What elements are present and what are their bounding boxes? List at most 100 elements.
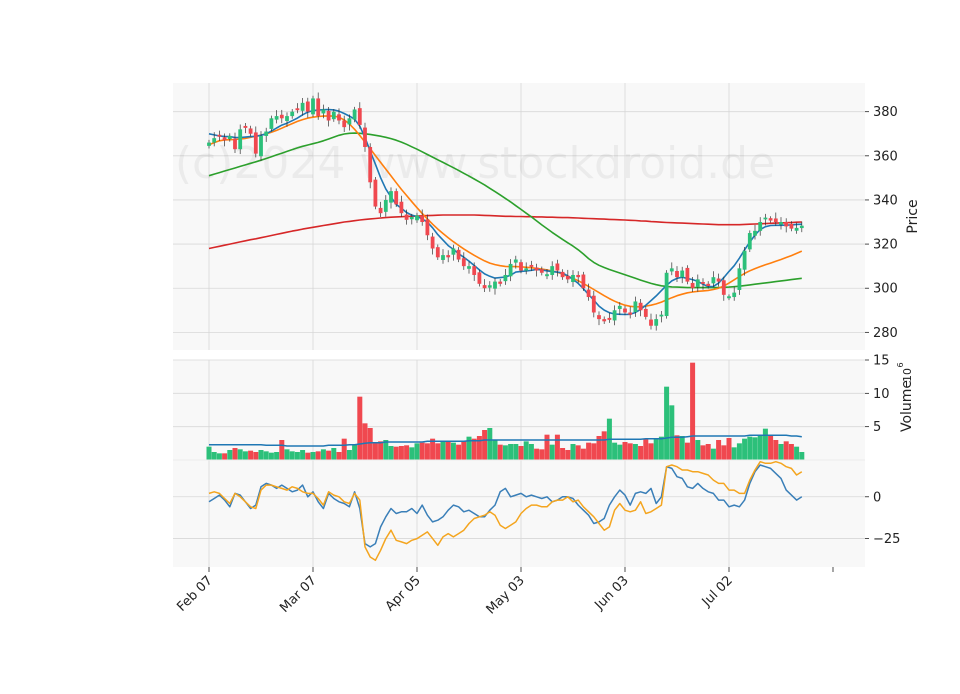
candle-body — [753, 230, 757, 236]
oscillator-panel: −25 0 — [173, 459, 900, 567]
candle-body — [222, 137, 227, 141]
volume-bar — [632, 444, 638, 460]
volume-bar — [398, 446, 404, 460]
price-ytick-label: 300 — [873, 282, 898, 297]
volume-bar — [799, 452, 805, 460]
volume-bar — [560, 448, 566, 460]
candle-body — [758, 222, 763, 231]
volume-bar — [310, 452, 316, 460]
candle-body — [420, 215, 425, 223]
candle-body — [248, 128, 253, 134]
volume-bar — [341, 438, 347, 460]
price-panel: 280 300 320 340 360 380 (c)2024 www.stockdroid… — [173, 83, 921, 350]
price-ytick-label: 380 — [873, 105, 898, 120]
candle-body — [513, 259, 518, 263]
candle-body — [451, 248, 456, 255]
candle-body — [394, 191, 399, 205]
volume-bar — [414, 443, 420, 460]
candle-body — [290, 111, 295, 117]
candle-body — [586, 289, 591, 298]
candle-body — [763, 217, 768, 220]
volume-ytick-label: 10 — [873, 387, 890, 402]
candle-body — [415, 215, 419, 221]
candle-body — [259, 135, 263, 157]
volume-bar — [612, 442, 618, 460]
candle-body — [721, 280, 726, 295]
candle-body — [269, 118, 274, 129]
candle-body — [498, 281, 503, 284]
candle-body — [430, 236, 435, 249]
price-ytick-label: 320 — [873, 238, 898, 253]
candle-body — [207, 142, 211, 146]
volume-bar — [315, 451, 321, 460]
candle-body — [633, 301, 638, 313]
candle-body — [321, 109, 326, 114]
candle-body — [555, 263, 560, 271]
volume-bar — [476, 436, 482, 460]
volume-bar — [580, 448, 586, 460]
candle-body — [456, 249, 461, 260]
candle-body — [581, 274, 586, 289]
volume-bar — [773, 440, 779, 460]
candle-body — [331, 111, 336, 120]
watermark: (c)2024 www.stockdroid.de — [175, 138, 775, 189]
candle-body — [576, 274, 581, 278]
volume-bar — [508, 444, 514, 460]
candle-body — [617, 305, 622, 309]
candle-body — [368, 146, 373, 183]
volume-bar — [305, 452, 311, 460]
volume-bar — [222, 453, 228, 460]
volume-bar — [294, 452, 300, 460]
volume-bar — [435, 443, 441, 460]
candle-body — [675, 271, 679, 278]
volume-bar — [622, 442, 628, 460]
candle-body — [612, 310, 617, 321]
candle-body — [784, 222, 789, 227]
candle-body — [295, 108, 300, 111]
candle-body — [326, 110, 331, 121]
volume-bar — [757, 436, 763, 460]
volume-bar — [653, 439, 659, 460]
volume-bar — [357, 396, 363, 460]
candle-body — [342, 120, 347, 128]
volume-bar — [747, 436, 753, 460]
volume-bar — [731, 447, 737, 460]
volume-bar — [643, 438, 649, 460]
candle-body — [768, 218, 773, 221]
volume-bar — [227, 450, 233, 460]
volume-bar — [393, 446, 399, 460]
candle-body — [446, 255, 451, 258]
volume-bar — [586, 442, 592, 460]
volume-bar — [778, 444, 784, 460]
chart-canvas: 280 300 320 340 360 380 (c)2024 www.stockdroid… — [0, 0, 960, 690]
volume-bar — [232, 448, 238, 460]
volume-bar — [513, 444, 519, 460]
volume-bar — [461, 440, 467, 460]
candle-body — [212, 138, 217, 143]
candle-body — [789, 223, 794, 229]
candle-body — [503, 274, 508, 282]
volume-bar — [710, 448, 716, 460]
candle-body — [638, 302, 643, 311]
candle-body — [264, 131, 269, 136]
volume-bar — [445, 442, 451, 460]
volume-bar — [253, 452, 259, 460]
candle-body — [357, 108, 362, 125]
volume-bar — [528, 444, 534, 460]
price-axis-label: Price — [905, 199, 921, 233]
candle-body — [602, 319, 607, 322]
volume-bar — [705, 444, 711, 460]
candle-body — [279, 114, 284, 119]
volume-bar — [716, 440, 722, 460]
volume-bar — [591, 443, 597, 460]
volume-bar — [736, 443, 742, 460]
volume-bar — [658, 436, 664, 460]
candle-body — [560, 271, 565, 278]
candle-body — [545, 274, 549, 277]
volume-unit-exponent: 6 — [896, 362, 905, 367]
candle-body — [472, 266, 477, 275]
candle-body — [227, 135, 232, 140]
candle-body — [316, 98, 321, 117]
volume-bar — [424, 443, 430, 460]
volume-bar — [320, 449, 326, 460]
